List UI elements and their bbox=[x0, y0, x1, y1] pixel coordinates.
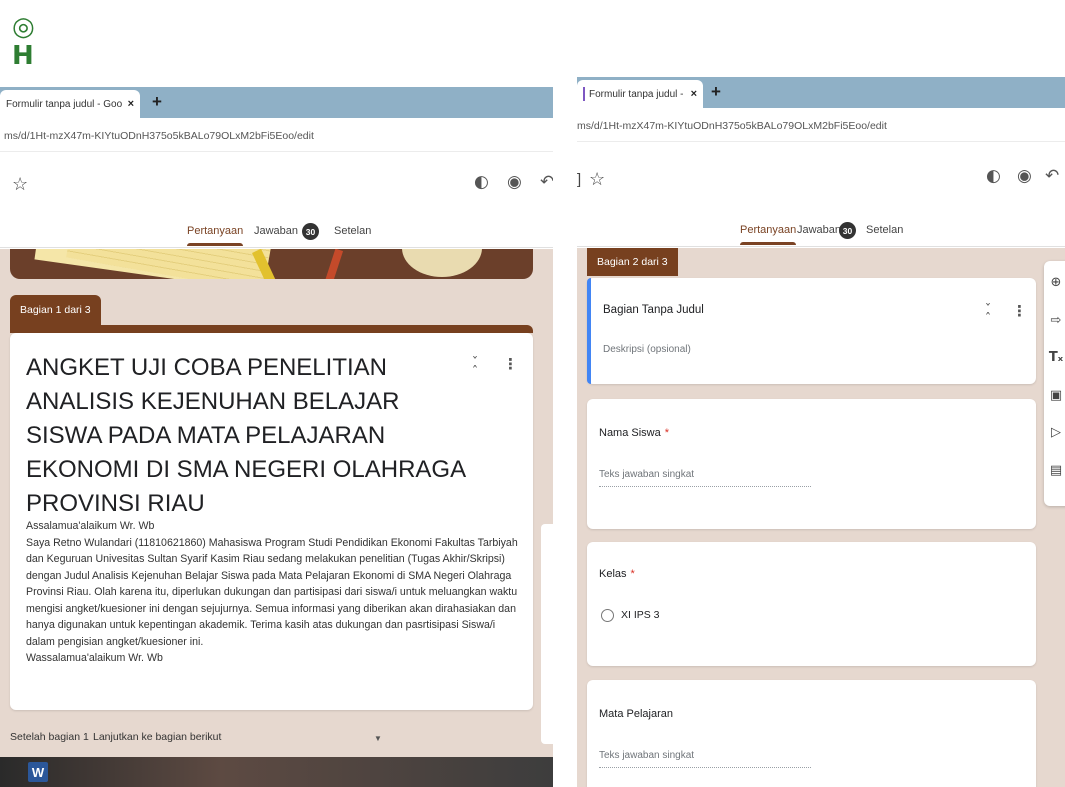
desc-closing: Wassalamua'alaikum Wr. Wb bbox=[26, 652, 163, 664]
h-logo-icon: H bbox=[12, 41, 34, 71]
palette-icon[interactable]: ◐ bbox=[474, 172, 489, 192]
question-title-text: Kelas bbox=[599, 568, 627, 580]
logo-strip: ◎ H bbox=[12, 12, 46, 70]
more-vert-icon[interactable]: ⋮ bbox=[503, 355, 518, 373]
form-canvas: Bagian 1 dari 3 ANGKET UJI COBA PENELITI… bbox=[0, 249, 553, 759]
form-toolbar: ] ☆ ◐ ◉ ↶ bbox=[577, 142, 1065, 202]
more-vert-icon[interactable]: ⋮ bbox=[1012, 302, 1027, 320]
undo-icon[interactable]: ↶ bbox=[1045, 166, 1059, 186]
section-bar bbox=[10, 325, 533, 333]
browser-tab[interactable]: Formulir tanpa judul - Google Fo × bbox=[0, 90, 140, 118]
import-questions-icon[interactable]: ⇨ bbox=[1044, 313, 1065, 328]
question-title: Kelas * bbox=[599, 568, 635, 580]
add-video-icon[interactable]: ▷ bbox=[1044, 425, 1065, 440]
add-image-icon[interactable]: ▣ bbox=[1044, 388, 1065, 403]
browser-tab[interactable]: Formulir tanpa judul - Google Fo × bbox=[577, 80, 703, 108]
undo-icon[interactable]: ↶ bbox=[540, 172, 553, 192]
radio-button[interactable] bbox=[601, 609, 614, 622]
question-title: Mata Pelajaran bbox=[599, 708, 673, 720]
response-count-badge: 30 bbox=[839, 222, 856, 239]
header-image bbox=[10, 249, 533, 279]
question-title: Nama Siswa * bbox=[599, 427, 669, 439]
required-asterisk: * bbox=[630, 568, 635, 580]
right-browser-window: Formulir tanpa judul - Google Fo × + ms/… bbox=[577, 77, 1065, 787]
tab-settings[interactable]: Setelan bbox=[866, 224, 903, 236]
section-tag: Bagian 2 dari 3 bbox=[587, 248, 678, 276]
desc-greeting: Assalamua'alaikum Wr. Wb bbox=[26, 520, 155, 532]
url-text: ms/d/1Ht-mzX47m-KIYtuODnH375o5kBALo79OLx… bbox=[4, 130, 314, 142]
forms-favicon-icon bbox=[583, 87, 585, 101]
short-answer-placeholder: Teks jawaban singkat bbox=[599, 750, 811, 768]
left-browser-window: Formulir tanpa judul - Google Fo × + ms/… bbox=[0, 87, 553, 787]
close-tab-icon[interactable]: × bbox=[691, 88, 697, 100]
tab-title: Formulir tanpa judul - Google Fo bbox=[588, 88, 685, 100]
star-icon[interactable]: ☆ bbox=[12, 174, 28, 195]
form-description[interactable]: Assalamua'alaikum Wr. Wb Saya Retno Wula… bbox=[26, 518, 526, 667]
form-title[interactable]: ANGKET UJI COBA PENELITIAN ANALISIS KEJE… bbox=[26, 351, 466, 521]
add-question-icon[interactable]: ⊕ bbox=[1044, 275, 1065, 290]
desc-body: Saya Retno Wulandari (11810621860) Mahas… bbox=[26, 536, 518, 648]
url-text: ms/d/1Ht-mzX47m-KIYtuODnH375o5kBALo79OLx… bbox=[577, 120, 887, 132]
question-card[interactable]: Kelas * XI IPS 3 bbox=[587, 542, 1036, 666]
collapse-icon[interactable]: ˇˆ bbox=[982, 304, 994, 326]
form-toolbar: ☆ ◐ ◉ ↶ bbox=[0, 152, 553, 212]
after-section-label: Setelah bagian 1 bbox=[10, 731, 89, 743]
short-answer-placeholder: Teks jawaban singkat bbox=[599, 469, 811, 487]
add-title-icon[interactable]: Tₓ bbox=[1044, 350, 1065, 365]
after-section-select[interactable]: Lanjutkan ke bagian berikut bbox=[93, 731, 221, 743]
star-icon[interactable]: ☆ bbox=[589, 169, 605, 190]
form-tabs: Pertanyaan Jawaban 30 Setelan bbox=[0, 218, 553, 248]
address-bar[interactable]: ms/d/1Ht-mzX47m-KIYtuODnH375o5kBALo79OLx… bbox=[0, 118, 553, 152]
section-tag: Bagian 1 dari 3 bbox=[10, 295, 101, 325]
address-bar[interactable]: ms/d/1Ht-mzX47m-KIYtuODnH375o5kBALo79OLx… bbox=[577, 108, 1065, 142]
form-canvas: Bagian 2 dari 3 Bagian Tanpa Judul Deskr… bbox=[577, 248, 1065, 787]
form-tabs: Pertanyaan Jawaban 30 Setelan bbox=[577, 217, 1065, 247]
collapse-icon[interactable]: ˇˆ bbox=[469, 357, 481, 379]
preview-icon[interactable]: ◉ bbox=[507, 172, 522, 192]
section-header-card[interactable]: Bagian Tanpa Judul Deskripsi (opsional) … bbox=[587, 278, 1036, 384]
required-asterisk: * bbox=[664, 427, 670, 439]
question-title-text: Nama Siswa bbox=[599, 427, 661, 439]
circle-logo-icon: ◎ bbox=[12, 12, 35, 42]
question-card[interactable]: Nama Siswa * Teks jawaban singkat bbox=[587, 399, 1036, 529]
close-tab-icon[interactable]: × bbox=[128, 98, 134, 110]
tab-title: Formulir tanpa judul - Google Fo bbox=[6, 98, 122, 110]
palette-icon[interactable]: ◐ bbox=[986, 166, 1001, 186]
dropdown-caret-icon[interactable]: ▼ bbox=[374, 734, 382, 743]
tab-settings[interactable]: Setelan bbox=[334, 225, 371, 237]
new-tab-button[interactable]: + bbox=[152, 92, 162, 112]
tab-questions[interactable]: Pertanyaan bbox=[187, 225, 244, 246]
add-section-icon[interactable]: ▤ bbox=[1044, 463, 1065, 478]
new-tab-button[interactable]: + bbox=[711, 82, 721, 102]
tab-strip: Formulir tanpa judul - Google Fo × + bbox=[577, 77, 1065, 108]
side-toolbar: ⊕ ⇨ Tₓ ▣ ▷ ▤ bbox=[1044, 261, 1065, 506]
side-toolbar-edge bbox=[541, 524, 553, 744]
preview-icon[interactable]: ◉ bbox=[1017, 166, 1032, 186]
tab-responses[interactable]: Jawaban bbox=[797, 224, 841, 236]
form-title-card[interactable]: ANGKET UJI COBA PENELITIAN ANALISIS KEJE… bbox=[10, 333, 533, 710]
section-description[interactable]: Deskripsi (opsional) bbox=[603, 344, 691, 355]
tab-responses[interactable]: Jawaban bbox=[254, 225, 298, 237]
word-app-icon[interactable]: W bbox=[28, 762, 48, 782]
tab-strip: Formulir tanpa judul - Google Fo × + bbox=[0, 87, 553, 118]
section-title[interactable]: Bagian Tanpa Judul bbox=[603, 304, 704, 316]
question-card[interactable]: Mata Pelajaran Teks jawaban singkat bbox=[587, 680, 1036, 787]
tab-questions[interactable]: Pertanyaan bbox=[740, 224, 797, 245]
focus-accent bbox=[587, 278, 591, 384]
taskbar: W bbox=[0, 757, 553, 787]
response-count-badge: 30 bbox=[302, 223, 319, 240]
radio-option-label: XI IPS 3 bbox=[621, 609, 660, 621]
bracket-glyph: ] bbox=[577, 171, 582, 188]
